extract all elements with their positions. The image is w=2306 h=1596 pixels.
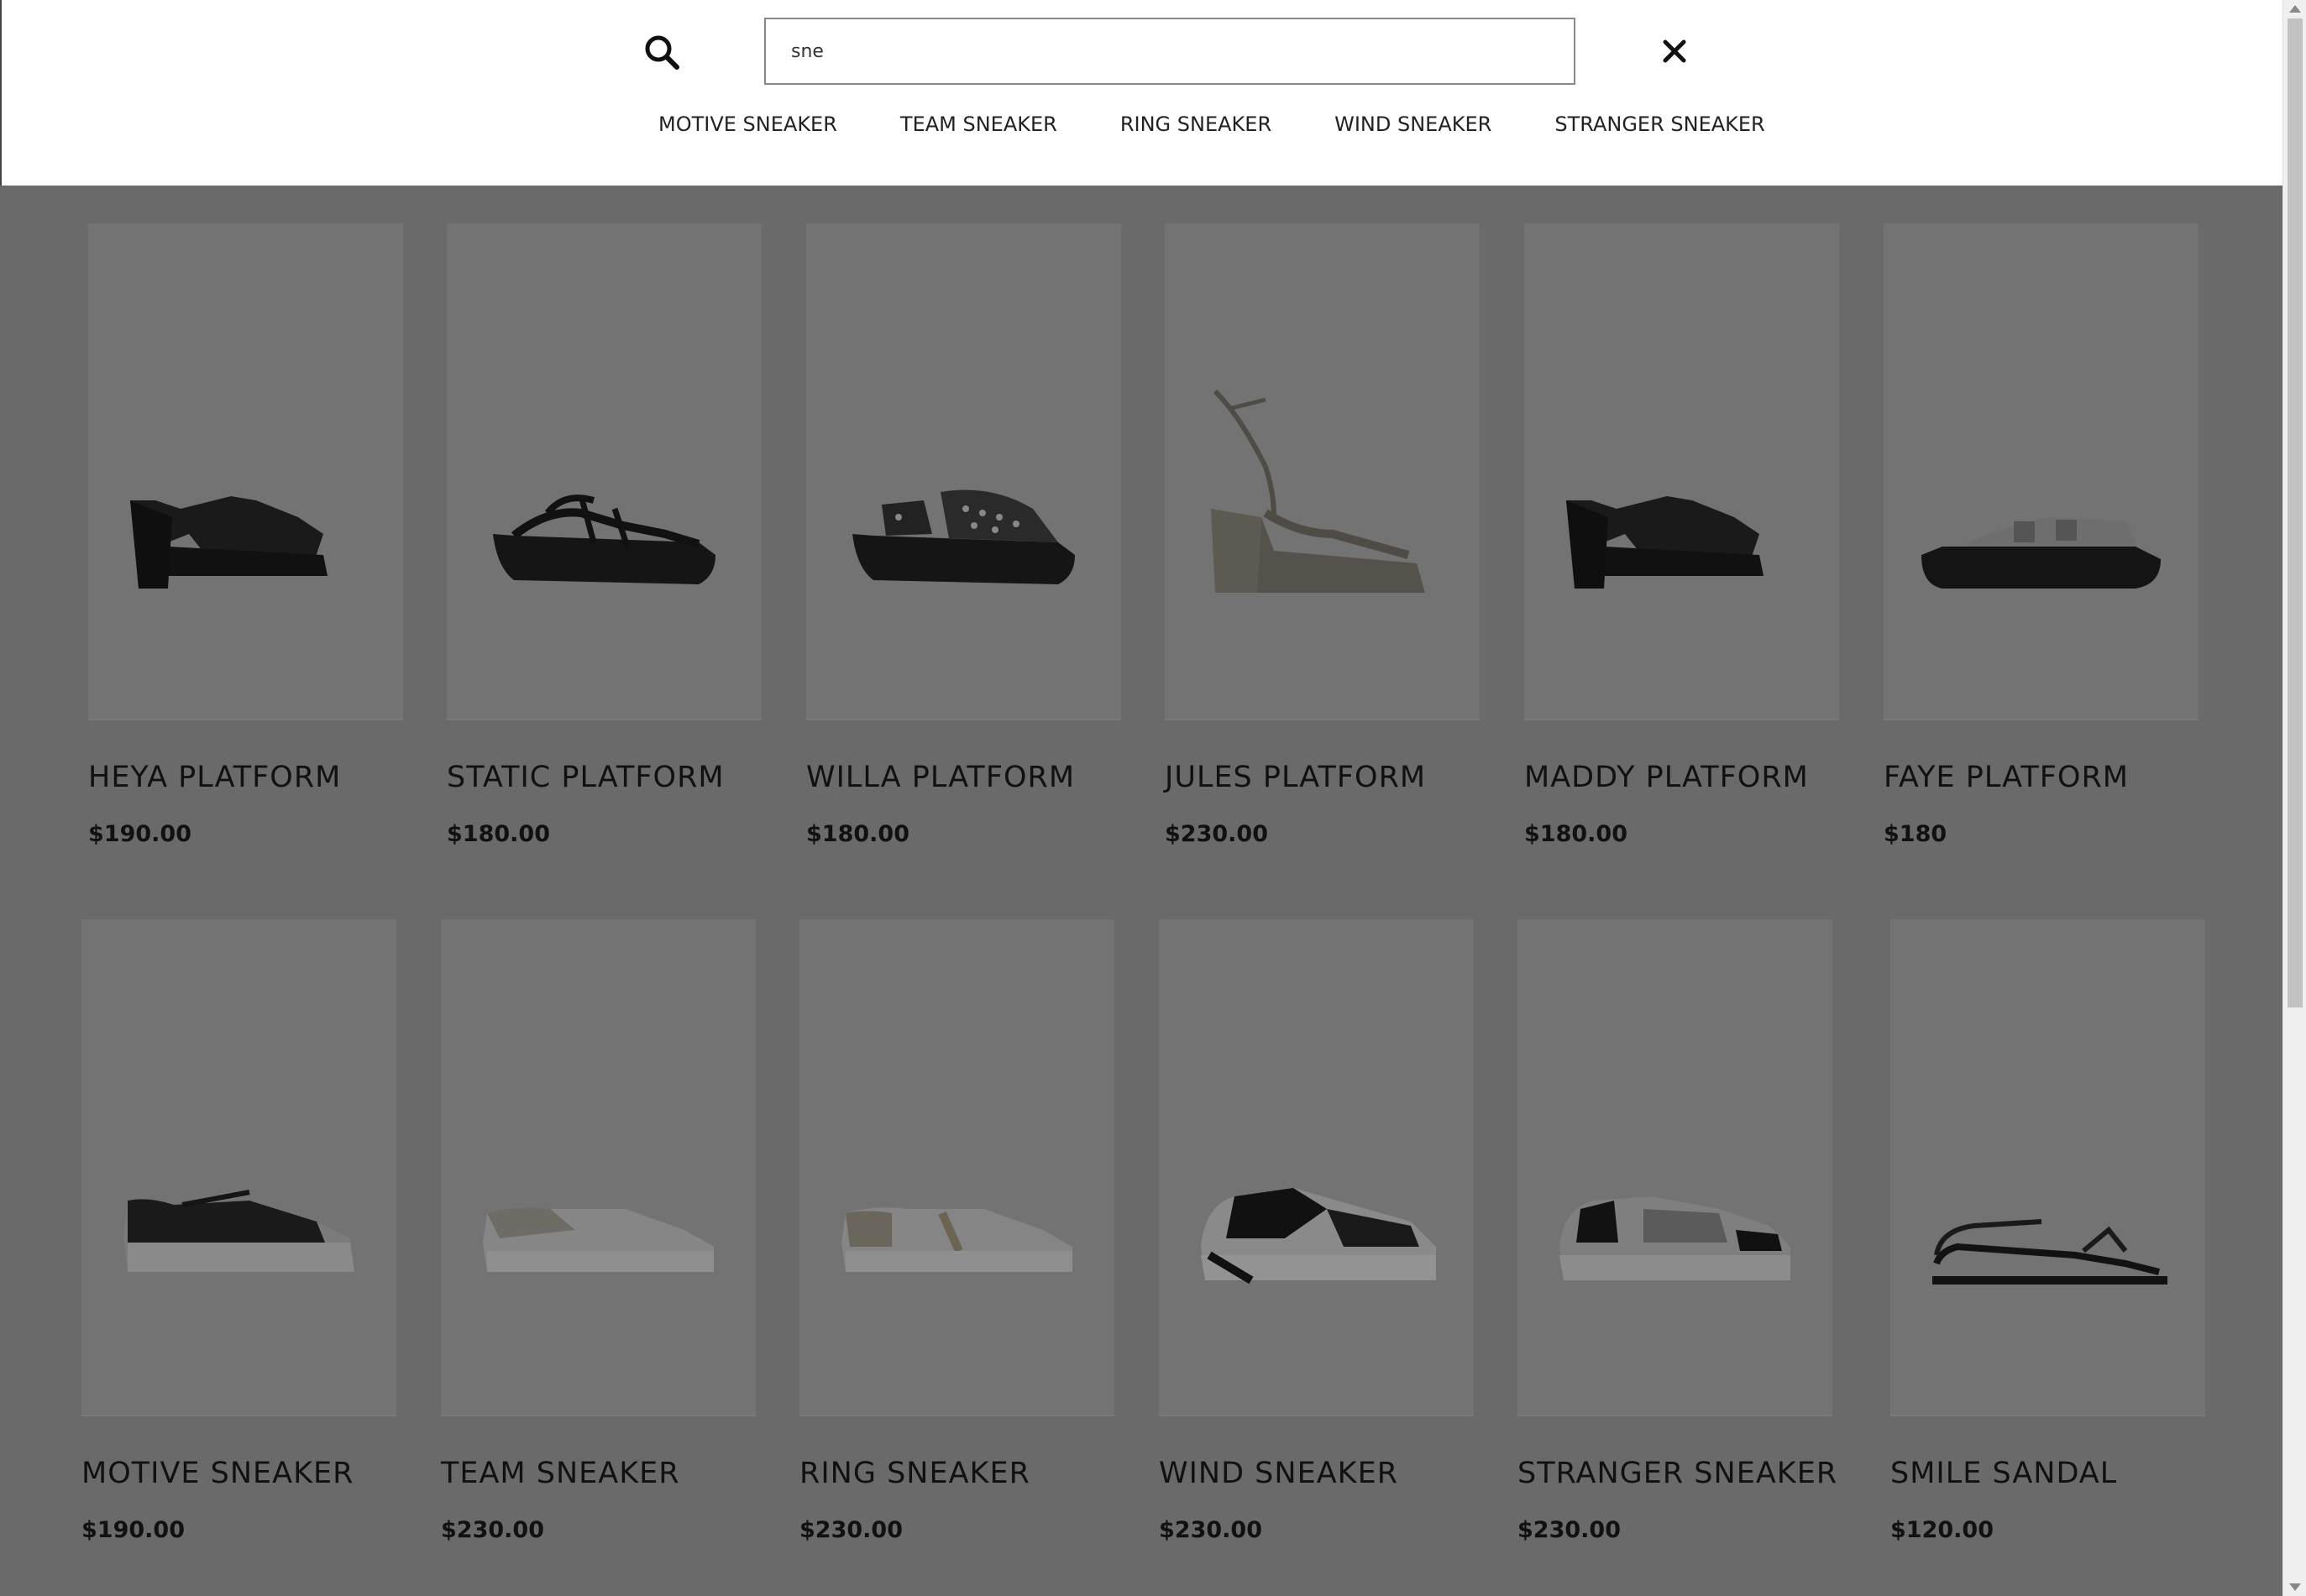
product-price: $230.00 (441, 1517, 544, 1543)
product-image[interactable] (1884, 223, 2199, 720)
product-price: $190.00 (88, 821, 191, 847)
product-card[interactable]: WILLA PLATFORM $180.00 (806, 223, 1125, 847)
product-card[interactable]: WIND SNEAKER $230.00 (1159, 919, 1478, 1543)
product-image[interactable] (1517, 919, 1832, 1416)
search-input[interactable] (764, 18, 1575, 85)
product-image[interactable] (441, 919, 756, 1416)
product-price: $180.00 (447, 821, 550, 847)
product-name[interactable]: TEAM SNEAKER (441, 1457, 680, 1490)
product-card[interactable]: TEAM SNEAKER $230.00 (441, 919, 760, 1543)
buckle-slide-sandal-icon (1921, 517, 2161, 589)
product-name[interactable]: STRANGER SNEAKER (1517, 1457, 1837, 1490)
product-card[interactable]: MOTIVE SNEAKER $190.00 (81, 919, 401, 1543)
product-price: $190.00 (81, 1517, 185, 1543)
product-image[interactable] (1165, 223, 1480, 720)
metallic-lace-up-platform-icon (1211, 389, 1425, 593)
product-name[interactable]: HEYA PLATFORM (88, 761, 341, 794)
product-card[interactable]: RING SNEAKER $230.00 (799, 919, 1119, 1543)
suggestion-wind-sneaker[interactable]: WIND SNEAKER (1334, 113, 1491, 143)
chunky-grey-sneaker-icon (1559, 1196, 1790, 1280)
product-image[interactable] (447, 223, 762, 720)
suggestion-motive-sneaker[interactable]: MOTIVE SNEAKER (658, 113, 837, 143)
search-panel: MOTIVE SNEAKER TEAM SNEAKER RING SNEAKER… (0, 0, 2282, 186)
product-name[interactable]: JULES PLATFORM (1165, 761, 1426, 794)
scroll-up-arrow-icon[interactable] (2289, 5, 2301, 13)
product-listing-page: HEYA PLATFORM $190.00 STATIC PLATFORM $1… (0, 0, 2282, 1596)
chunky-black-white-sneaker-icon (1201, 1188, 1436, 1285)
product-name[interactable]: MOTIVE SNEAKER (81, 1457, 354, 1490)
product-image[interactable] (1159, 919, 1474, 1416)
product-name[interactable]: RING SNEAKER (799, 1457, 1030, 1490)
product-card[interactable]: JULES PLATFORM $230.00 (1165, 223, 1484, 847)
product-price: $230.00 (799, 1517, 903, 1543)
search-icon[interactable] (643, 34, 680, 71)
product-price: $180.00 (1524, 821, 1627, 847)
product-name[interactable]: STATIC PLATFORM (447, 761, 725, 794)
product-name[interactable]: FAYE PLATFORM (1884, 761, 2129, 794)
vertical-scrollbar[interactable] (2282, 0, 2306, 1596)
platform-mule-shoe-icon (130, 496, 328, 589)
product-image[interactable] (81, 919, 396, 1416)
product-image[interactable] (1890, 919, 2205, 1416)
product-name[interactable]: SMILE SANDAL (1890, 1457, 2117, 1490)
product-price: $180 (1884, 821, 1947, 847)
product-price: $230.00 (1517, 1517, 1621, 1543)
white-gold-sneaker-icon (841, 1207, 1072, 1272)
product-card[interactable]: SMILE SANDAL $120.00 (1890, 919, 2209, 1543)
product-name[interactable]: WILLA PLATFORM (806, 761, 1075, 794)
platform-strap-sandal-icon (493, 494, 715, 584)
product-price: $230.00 (1165, 821, 1268, 847)
product-card[interactable]: STATIC PLATFORM $180.00 (447, 223, 766, 847)
product-card[interactable]: HEYA PLATFORM $190.00 (88, 223, 407, 847)
studded-platform-sandal-icon (852, 489, 1075, 584)
product-card[interactable]: MADDY PLATFORM $180.00 (1524, 223, 1843, 847)
product-name[interactable]: MADDY PLATFORM (1524, 761, 1809, 794)
product-image[interactable] (799, 919, 1114, 1416)
product-price: $230.00 (1159, 1517, 1262, 1543)
scroll-down-arrow-icon[interactable] (2289, 1583, 2301, 1591)
suggestion-ring-sneaker[interactable]: RING SNEAKER (1120, 113, 1271, 143)
product-grid: HEYA PLATFORM $190.00 STATIC PLATFORM $1… (0, 0, 2282, 1596)
suggestion-team-sneaker[interactable]: TEAM SNEAKER (900, 113, 1057, 143)
scrollbar-thumb[interactable] (2288, 18, 2303, 1007)
white-sneaker-icon (483, 1207, 714, 1272)
search-suggestions: MOTIVE SNEAKER TEAM SNEAKER RING SNEAKER… (658, 113, 1765, 143)
product-card[interactable]: FAYE PLATFORM $180 (1884, 223, 2203, 847)
suggestion-stranger-sneaker[interactable]: STRANGER SNEAKER (1554, 113, 1764, 143)
product-image[interactable] (806, 223, 1121, 720)
close-icon[interactable] (1661, 38, 1688, 65)
product-card[interactable]: STRANGER SNEAKER $230.00 (1517, 919, 1837, 1543)
product-price: $120.00 (1890, 1517, 1994, 1543)
product-image[interactable] (1524, 223, 1839, 720)
product-name[interactable]: WIND SNEAKER (1159, 1457, 1398, 1490)
product-price: $180.00 (806, 821, 909, 847)
platform-mule-shoe-icon (1566, 496, 1764, 589)
flat-strappy-sandal-icon (1932, 1219, 2167, 1285)
product-image[interactable] (88, 223, 403, 720)
black-white-sneaker-icon (123, 1190, 354, 1272)
